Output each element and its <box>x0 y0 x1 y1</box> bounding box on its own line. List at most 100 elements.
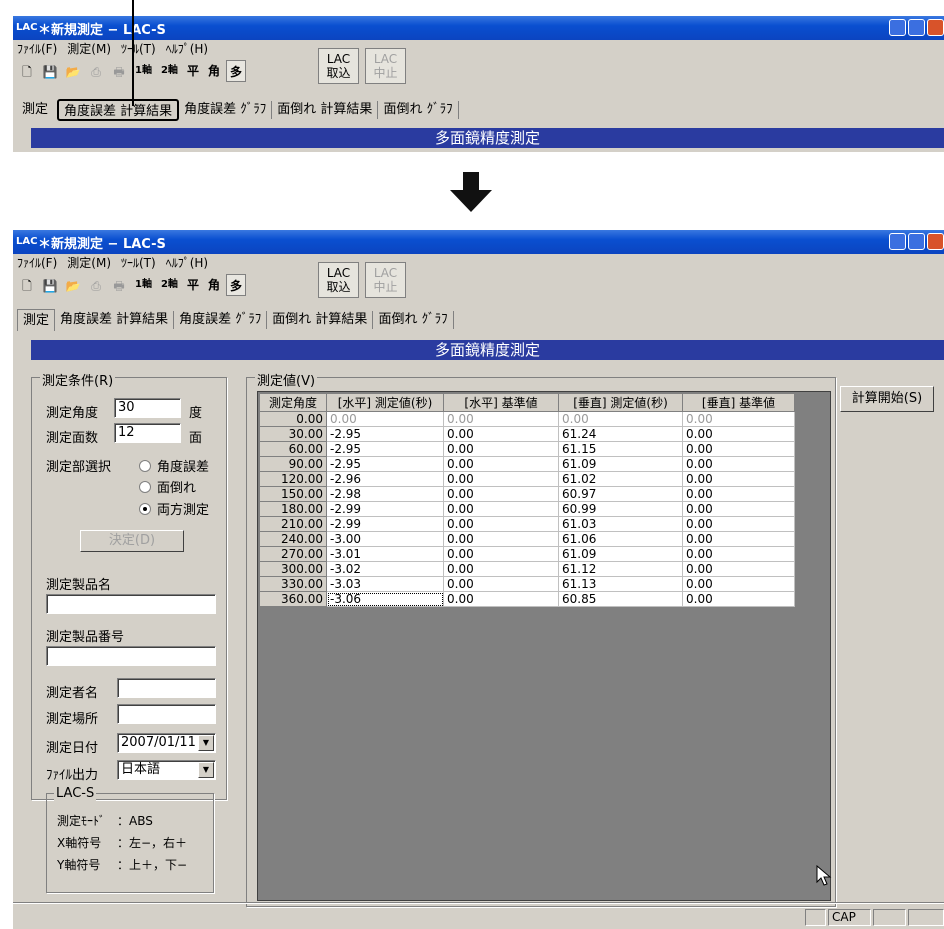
table-cell[interactable]: 0.00 <box>682 471 795 487</box>
axis1-button[interactable]: 1軸 <box>132 274 155 296</box>
table-cell[interactable]: 0.00 <box>682 516 795 532</box>
close-icon[interactable] <box>927 233 944 250</box>
table-cell[interactable]: 0.00 <box>682 546 795 562</box>
minimize-icon[interactable] <box>889 233 906 250</box>
table-cell[interactable]: 0.00 <box>443 456 559 472</box>
tab-angle-result[interactable]: 角度誤差 計算結果 <box>57 99 180 121</box>
product-number-input[interactable] <box>46 646 216 666</box>
row-header-cell[interactable]: 0.00 <box>259 411 327 427</box>
place-input[interactable] <box>117 704 216 724</box>
new-file-icon[interactable]: 🗋 <box>17 61 37 81</box>
table-cell[interactable]: 61.02 <box>558 471 683 487</box>
table-cell[interactable]: 61.09 <box>558 546 683 562</box>
row-header-cell[interactable]: 210.00 <box>259 516 327 532</box>
calc-start-button[interactable]: 計算開始(S) <box>840 386 934 412</box>
table-row[interactable]: 0.00 0.00 0.00 0.00 0.00 <box>259 411 795 427</box>
row-header-cell[interactable]: 270.00 <box>259 546 327 562</box>
table-cell[interactable]: 61.12 <box>558 561 683 577</box>
table-cell[interactable]: -2.98 <box>326 486 444 502</box>
row-header-cell[interactable]: 150.00 <box>259 486 327 502</box>
table-cell[interactable]: 0.00 <box>443 591 559 607</box>
table-cell[interactable]: 61.15 <box>558 441 683 457</box>
table-cell[interactable]: -3.02 <box>326 561 444 577</box>
lac-import-button[interactable]: LAC 取込 <box>318 48 359 84</box>
table-cell[interactable]: -2.95 <box>326 441 444 457</box>
axis1-button[interactable]: 1軸 <box>132 60 155 82</box>
table-cell[interactable]: 61.03 <box>558 516 683 532</box>
table-cell[interactable]: 0.00 <box>443 501 559 517</box>
table-row[interactable]: 120.00 -2.96 0.00 61.02 0.00 <box>259 471 795 487</box>
values-grid[interactable]: 測定角度 [水平] 測定値(秒) [水平] 基準値 [垂直] 測定値(秒) [垂… <box>257 391 831 901</box>
table-cell[interactable]: 0.00 <box>443 471 559 487</box>
title-bar[interactable]: LAC ＊新規測定 − LAC-S <box>13 16 944 40</box>
table-cell[interactable]: 0.00 <box>682 426 795 442</box>
operator-input[interactable] <box>117 678 216 698</box>
table-cell[interactable]: 0.00 <box>682 456 795 472</box>
table-cell[interactable]: 0.00 <box>682 576 795 592</box>
table-cell[interactable]: -3.06 <box>326 591 444 607</box>
table-cell[interactable]: 0.00 <box>682 411 795 427</box>
product-name-input[interactable] <box>46 594 216 614</box>
table-cell[interactable]: -2.95 <box>326 426 444 442</box>
table-cell[interactable]: -2.99 <box>326 501 444 517</box>
row-header-cell[interactable]: 30.00 <box>259 426 327 442</box>
lac-import-button[interactable]: LAC 取込 <box>318 262 359 298</box>
tab-angle-graph[interactable]: 角度誤差 ｸﾞﾗﾌ <box>174 311 268 329</box>
table-cell[interactable]: 0.00 <box>682 531 795 547</box>
axis2-button[interactable]: 2軸 <box>158 60 181 82</box>
table-cell[interactable]: 61.09 <box>558 456 683 472</box>
axis2-button[interactable]: 2軸 <box>158 274 181 296</box>
menu-measure[interactable]: 測定(M) <box>67 254 111 271</box>
table-cell[interactable]: -2.95 <box>326 456 444 472</box>
new-file-icon[interactable]: 🗋 <box>17 275 37 295</box>
menu-help[interactable]: ﾍﾙﾌﾟ(H) <box>166 254 208 271</box>
table-cell[interactable]: 60.97 <box>558 486 683 502</box>
row-header-cell[interactable]: 240.00 <box>259 531 327 547</box>
table-row[interactable]: 210.00 -2.99 0.00 61.03 0.00 <box>259 516 795 532</box>
menu-tools[interactable]: ﾂｰﾙ(T) <box>121 40 156 57</box>
table-cell[interactable]: 61.06 <box>558 531 683 547</box>
table-cell[interactable]: 0.00 <box>443 546 559 562</box>
table-row[interactable]: 330.00 -3.03 0.00 61.13 0.00 <box>259 576 795 592</box>
table-cell[interactable]: 0.00 <box>682 486 795 502</box>
row-header-cell[interactable]: 360.00 <box>259 591 327 607</box>
table-cell[interactable]: 0.00 <box>443 486 559 502</box>
tab-tilt-graph[interactable]: 面倒れ ｸﾞﾗﾌ <box>378 101 459 119</box>
tab-tilt-graph[interactable]: 面倒れ ｸﾞﾗﾌ <box>373 311 454 329</box>
row-header-cell[interactable]: 330.00 <box>259 576 327 592</box>
column-header[interactable]: [水平] 測定値(秒) <box>326 393 444 412</box>
table-cell[interactable]: -3.03 <box>326 576 444 592</box>
tab-angle-graph[interactable]: 角度誤差 ｸﾞﾗﾌ <box>179 101 273 119</box>
table-row[interactable]: 270.00 -3.01 0.00 61.09 0.00 <box>259 546 795 562</box>
table-row[interactable]: 60.00 -2.95 0.00 61.15 0.00 <box>259 441 795 457</box>
column-header[interactable]: [垂直] 測定値(秒) <box>558 393 683 412</box>
table-cell[interactable]: 60.85 <box>558 591 683 607</box>
table-cell[interactable]: 0.00 <box>443 576 559 592</box>
maximize-icon[interactable] <box>908 19 925 36</box>
table-row[interactable]: 240.00 -3.00 0.00 61.06 0.00 <box>259 531 795 547</box>
menu-file[interactable]: ﾌｧｲﾙ(F) <box>17 254 57 271</box>
menu-tools[interactable]: ﾂｰﾙ(T) <box>121 254 156 271</box>
column-header[interactable]: [垂直] 基準値 <box>682 393 795 412</box>
tab-tilt-result[interactable]: 面倒れ 計算結果 <box>267 311 374 329</box>
menu-file[interactable]: ﾌｧｲﾙ(F) <box>17 40 57 57</box>
table-cell[interactable]: 0.00 <box>443 441 559 457</box>
multi-button[interactable]: 多 <box>225 274 246 296</box>
save-icon[interactable]: 💾 <box>40 61 60 81</box>
column-header[interactable]: 測定角度 <box>259 393 327 412</box>
save-icon[interactable]: 💾 <box>40 275 60 295</box>
table-cell[interactable]: 61.13 <box>558 576 683 592</box>
table-row[interactable]: 90.00 -2.95 0.00 61.09 0.00 <box>259 456 795 472</box>
table-cell[interactable]: 0.00 <box>682 591 795 607</box>
maximize-icon[interactable] <box>908 233 925 250</box>
table-cell[interactable]: 0.00 <box>682 501 795 517</box>
radio-angle-error[interactable] <box>139 460 151 472</box>
file-output-dropdown-icon[interactable]: ▼ <box>198 762 214 778</box>
angle-button[interactable]: 角 <box>205 274 223 296</box>
tab-measure[interactable]: 測定 <box>17 309 56 331</box>
flat-button[interactable]: 平 <box>184 60 202 82</box>
table-row[interactable]: 150.00 -2.98 0.00 60.97 0.00 <box>259 486 795 502</box>
table-cell[interactable]: 61.24 <box>558 426 683 442</box>
open-folder-icon[interactable]: 📂 <box>63 61 83 81</box>
table-cell[interactable]: 0.00 <box>443 531 559 547</box>
